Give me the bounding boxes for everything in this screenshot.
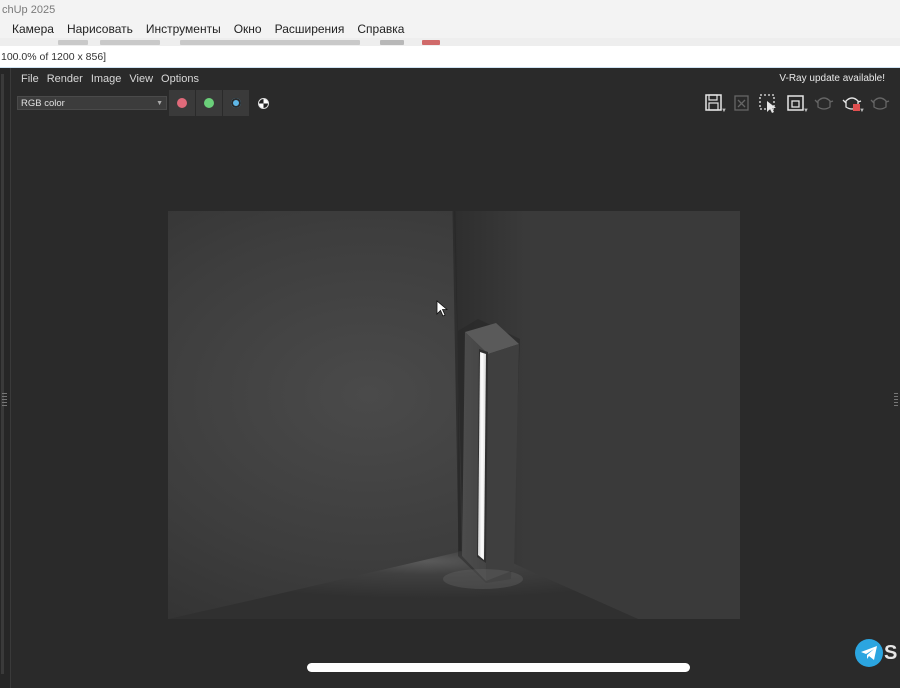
menu-help[interactable]: Справка [357, 22, 404, 36]
clear-image-button[interactable] [731, 92, 753, 114]
telegram-badge [855, 639, 883, 667]
red-dot-icon [177, 98, 187, 108]
menu-image[interactable]: Image [91, 73, 122, 85]
render-image[interactable] [168, 211, 740, 619]
region-render-button[interactable] [757, 92, 779, 114]
green-channel-button[interactable] [196, 90, 222, 116]
save-button[interactable]: ▼ [703, 92, 727, 114]
green-dot-icon [204, 98, 214, 108]
window-title: chUp 2025 [0, 0, 900, 20]
menu-view[interactable]: View [129, 73, 153, 85]
home-indicator [307, 663, 690, 672]
interactive-render-button[interactable] [869, 92, 891, 114]
interactive-teapot-icon [870, 97, 890, 110]
blue-channel-button[interactable] [223, 90, 249, 116]
channel-select-value: RGB color [21, 98, 65, 109]
mouse-cursor-icon [436, 300, 448, 317]
vray-frame-buffer: File Render Image View Options V-Ray upd… [11, 68, 893, 688]
monochrome-button[interactable] [250, 90, 276, 116]
menu-bar: Камера Нарисовать Инструменты Окно Расши… [0, 20, 900, 38]
clear-image-icon [734, 95, 749, 111]
channel-select[interactable]: RGB color ▼ [17, 96, 167, 110]
telegram-icon [861, 646, 877, 660]
menu-camera[interactable]: Камера [12, 22, 54, 36]
render-teapot-icon [814, 97, 834, 110]
menu-draw[interactable]: Нарисовать [67, 22, 133, 36]
track-mouse-button[interactable]: ▼ [785, 92, 809, 114]
chevron-down-icon: ▼ [156, 100, 163, 107]
menu-options[interactable]: Options [161, 73, 199, 85]
update-notice[interactable]: V-Ray update available! [779, 68, 885, 90]
badge-letter: S [884, 642, 898, 664]
region-render-icon [759, 94, 776, 113]
render-button[interactable] [813, 92, 835, 114]
viewport-edge [0, 68, 11, 688]
blue-dot-icon [231, 98, 241, 108]
splitter-handle[interactable] [2, 393, 7, 407]
right-splitter [893, 68, 900, 688]
menu-window[interactable]: Окно [234, 22, 262, 36]
vfb-menu-bar: File Render Image View Options [11, 68, 893, 90]
red-channel-button[interactable] [169, 90, 195, 116]
menu-extensions[interactable]: Расширения [275, 22, 345, 36]
splitter-handle[interactable] [894, 393, 898, 407]
stop-render-button[interactable]: ▼ [841, 92, 865, 114]
menu-render[interactable]: Render [47, 73, 83, 85]
vfb-title: 100.0% of 1200 x 856] [0, 46, 900, 68]
menu-file[interactable]: File [21, 73, 39, 85]
monochrome-icon [257, 97, 269, 109]
menu-tools[interactable]: Инструменты [146, 22, 221, 36]
